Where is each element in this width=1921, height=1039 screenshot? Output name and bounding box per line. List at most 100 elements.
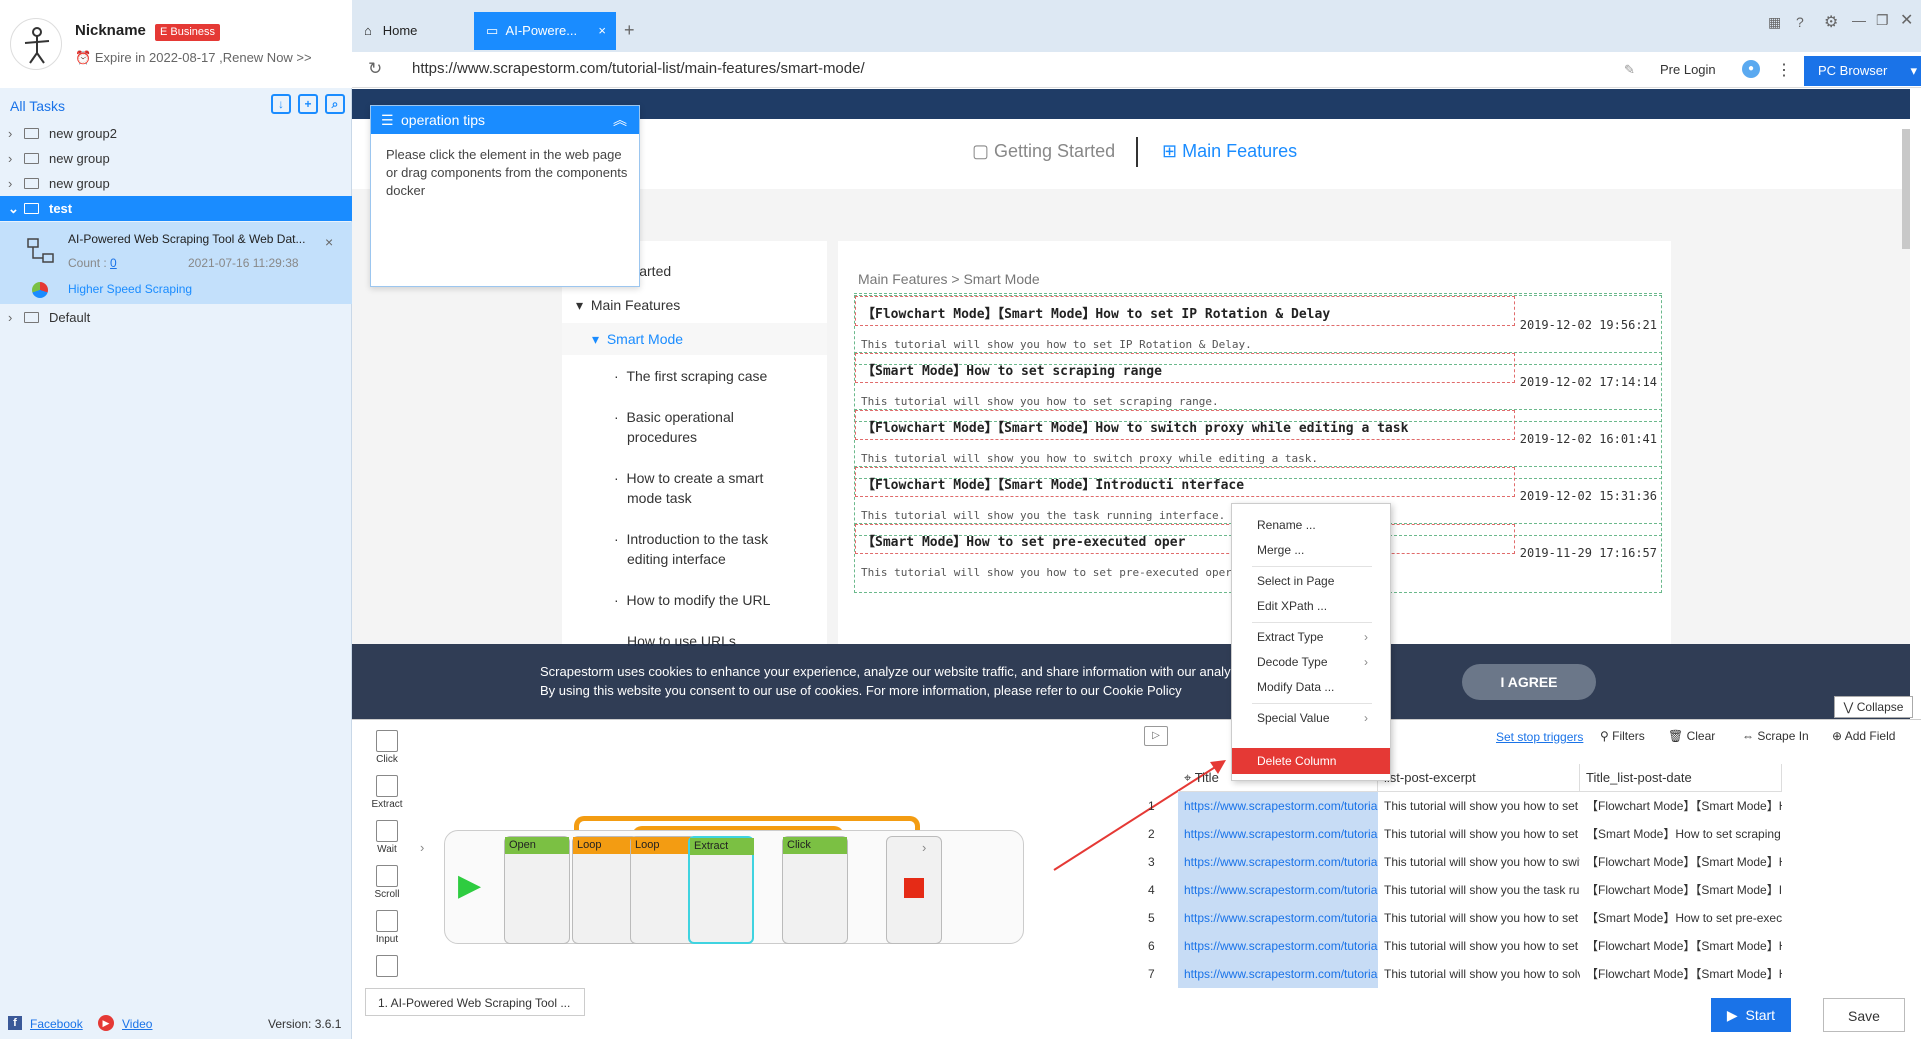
web-scrollbar[interactable] bbox=[1902, 129, 1910, 249]
speed-label[interactable]: Higher Speed Scraping bbox=[68, 282, 192, 296]
restore-icon[interactable]: ❐ bbox=[1876, 12, 1889, 29]
nav-main-features[interactable]: ⊞ Main Features bbox=[1162, 141, 1297, 162]
minimize-icon[interactable]: — bbox=[1852, 12, 1866, 28]
table-cell[interactable]: This tutorial will show you the task run… bbox=[1378, 876, 1580, 904]
all-tasks-label[interactable]: All Tasks bbox=[10, 98, 65, 114]
table-cell[interactable]: 【Flowchart Mode】【Smart Mode】Ho... bbox=[1580, 960, 1782, 988]
menu-item[interactable]: · How to modify the URL bbox=[614, 592, 770, 608]
url-field[interactable]: https://www.scrapestorm.com/tutorial-lis… bbox=[412, 60, 865, 77]
filters-button[interactable]: ⚲ Filters bbox=[1600, 729, 1645, 743]
menu-select-in-page[interactable]: Select in Page bbox=[1232, 568, 1390, 594]
more-icon[interactable]: ⋮ bbox=[1776, 60, 1792, 80]
chevron-right-icon[interactable]: › bbox=[420, 840, 424, 855]
group-new-group2[interactable]: › new group2 bbox=[0, 121, 352, 146]
menu-merge[interactable]: Merge ... bbox=[1232, 537, 1390, 563]
table-cell[interactable]: 【Flowchart Mode】【Smart Mode】Ho... bbox=[1580, 792, 1782, 820]
component-click[interactable]: Click bbox=[367, 730, 407, 775]
menu-special-value[interactable]: Special Value › bbox=[1232, 705, 1390, 731]
menu-item-smart-mode[interactable]: ▾ Smart Mode bbox=[592, 331, 683, 348]
avatar[interactable] bbox=[10, 18, 62, 70]
table-cell[interactable]: 【Flowchart Mode】【Smart Mode】Intr... bbox=[1580, 876, 1782, 904]
menu-delete-column[interactable]: Delete Column bbox=[1232, 748, 1390, 774]
start-button[interactable]: ▶ Start bbox=[1711, 998, 1791, 1032]
edit-icon[interactable]: ✎ bbox=[1624, 62, 1635, 78]
group-new-group[interactable]: › new group bbox=[0, 146, 352, 171]
menu-rename[interactable]: Rename ... bbox=[1232, 512, 1390, 538]
component-extract[interactable]: Extract bbox=[367, 775, 407, 820]
clear-button[interactable]: 🗑 Clear bbox=[1668, 729, 1715, 743]
video-link[interactable]: Video bbox=[122, 1017, 152, 1031]
node-click[interactable]: Click bbox=[782, 836, 848, 944]
stop-triggers-link[interactable]: Set stop triggers bbox=[1496, 730, 1583, 744]
save-button[interactable]: Save bbox=[1823, 998, 1905, 1032]
play-icon[interactable]: ▷ bbox=[1144, 726, 1168, 746]
component-scroll[interactable]: Scroll bbox=[367, 865, 407, 910]
group-test[interactable]: ⌄ test bbox=[0, 196, 352, 221]
menu-item[interactable]: · Introduction to the task bbox=[614, 531, 768, 547]
tab-ai-powered[interactable]: ▭ AI-Powere... × bbox=[474, 12, 616, 50]
close-icon[interactable]: × bbox=[325, 234, 333, 250]
menu-extract-type[interactable]: Extract Type › bbox=[1232, 624, 1390, 650]
tab-home[interactable]: ⌂ Home bbox=[352, 12, 472, 50]
pc-browser-button[interactable]: PC Browser ▾ bbox=[1804, 56, 1921, 86]
table-cell[interactable]: 【Smart Mode】How to set pre-execute... bbox=[1580, 904, 1782, 932]
add-field-button[interactable]: ⊕ Add Field bbox=[1832, 729, 1895, 743]
help-icon[interactable]: ? bbox=[1796, 14, 1804, 30]
node-loop-inner[interactable]: Loop bbox=[630, 836, 696, 944]
group-default[interactable]: › Default bbox=[0, 305, 352, 330]
column-header-date[interactable]: Title_list-post-date bbox=[1580, 764, 1782, 792]
new-task-icon[interactable]: + bbox=[298, 94, 318, 114]
component-input[interactable]: Input bbox=[367, 910, 407, 955]
table-cell[interactable]: This tutorial will show you how to solve… bbox=[1378, 960, 1580, 988]
flow-tab[interactable]: 1. AI-Powered Web Scraping Tool ... bbox=[365, 988, 585, 1016]
table-cell[interactable]: https://www.scrapestorm.com/tutorial/how… bbox=[1178, 904, 1378, 932]
import-icon[interactable]: ↓ bbox=[271, 94, 291, 114]
pre-login-button[interactable]: Pre Login bbox=[1660, 62, 1716, 77]
refresh-icon[interactable]: ↻ bbox=[368, 59, 382, 79]
facebook-link[interactable]: Facebook bbox=[30, 1017, 83, 1031]
menu-item[interactable]: · How to create a smart bbox=[614, 470, 763, 486]
table-cell[interactable]: https://www.scrapestorm.com/tutorial/int… bbox=[1178, 876, 1378, 904]
table-cell[interactable]: This tutorial will show you how to switc… bbox=[1378, 848, 1580, 876]
table-cell[interactable]: https://www.scrapestorm.com/tutorial/how… bbox=[1178, 792, 1378, 820]
node-extract[interactable]: Extract bbox=[688, 836, 754, 944]
agree-button[interactable]: I AGREE bbox=[1462, 664, 1596, 700]
table-cell[interactable]: This tutorial will show you how to set d… bbox=[1378, 932, 1580, 960]
chevron-up-icon[interactable]: ︽ bbox=[613, 106, 627, 134]
table-cell[interactable]: This tutorial will show you how to set p… bbox=[1378, 904, 1580, 932]
table-cell[interactable]: https://www.scrapestorm.com/tutorial/how… bbox=[1178, 932, 1378, 960]
gift-icon[interactable]: ▦ bbox=[1768, 14, 1781, 31]
chevron-right-icon-2[interactable]: › bbox=[922, 840, 926, 855]
table-cell[interactable]: This tutorial will show you how to set s… bbox=[1378, 820, 1580, 848]
table-cell[interactable]: 【Flowchart Mode】【Smart Mode】Ho... bbox=[1580, 848, 1782, 876]
node-open[interactable]: Open bbox=[504, 836, 570, 944]
task-item[interactable]: AI-Powered Web Scraping Tool & Web Dat..… bbox=[0, 222, 352, 304]
node-loop-outer[interactable]: Loop bbox=[572, 836, 638, 944]
user-icon[interactable]: ● bbox=[1742, 60, 1760, 78]
close-window-icon[interactable]: ✕ bbox=[1900, 10, 1913, 30]
stop-icon[interactable] bbox=[904, 878, 924, 898]
table-cell[interactable]: This tutorial will show you how to set I… bbox=[1378, 792, 1580, 820]
gear-icon[interactable]: ⚙ bbox=[1824, 12, 1838, 32]
menu-item[interactable]: · Basic operational bbox=[614, 409, 734, 425]
group-new-group-2[interactable]: › new group bbox=[0, 171, 352, 196]
component-wait[interactable]: Wait bbox=[367, 820, 407, 865]
scrape-in-button[interactable]: ⇔ Scrape In bbox=[1742, 729, 1809, 743]
close-tab-icon[interactable]: × bbox=[598, 12, 606, 50]
menu-item[interactable]: · The first scraping case bbox=[614, 368, 767, 384]
collapse-button[interactable]: ⋁ Collapse bbox=[1834, 696, 1913, 718]
table-cell[interactable]: https://www.scrapestorm.com/tutorial/how… bbox=[1178, 848, 1378, 876]
play-start-icon[interactable]: ▶ bbox=[458, 868, 481, 903]
menu-item-main-features[interactable]: ▾ Main Features bbox=[576, 297, 680, 314]
column-header-excerpt[interactable]: list-post-excerpt bbox=[1378, 764, 1580, 792]
new-tab-icon[interactable]: + bbox=[624, 20, 635, 41]
table-cell[interactable]: 【Smart Mode】How to set scraping ran... bbox=[1580, 820, 1782, 848]
menu-decode-type[interactable]: Decode Type › bbox=[1232, 649, 1390, 675]
table-cell[interactable]: 【Flowchart Mode】【Smart Mode】Ho... bbox=[1580, 932, 1782, 960]
table-cell[interactable]: https://www.scrapestorm.com/tutorial/how… bbox=[1178, 960, 1378, 988]
menu-edit-xpath[interactable]: Edit XPath ... bbox=[1232, 593, 1390, 619]
table-cell[interactable]: https://www.scrapestorm.com/tutorial/how… bbox=[1178, 820, 1378, 848]
expire-notice[interactable]: ⏰ Expire in 2022-08-17 ,Renew Now >> bbox=[75, 50, 312, 66]
nav-getting-started[interactable]: ▢ Getting Started bbox=[972, 141, 1115, 162]
search-task-icon[interactable]: ⌕ bbox=[325, 94, 345, 114]
